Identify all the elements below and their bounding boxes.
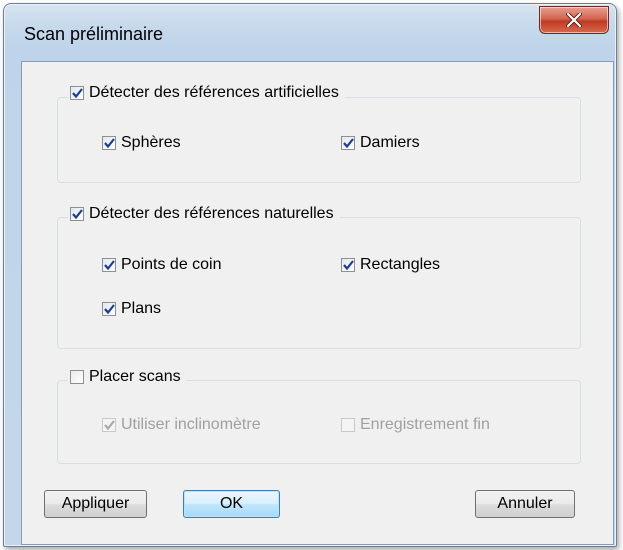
plans-label: Plans (121, 300, 162, 317)
apply-button[interactable]: Appliquer (44, 490, 147, 518)
fine-registration-label: Enregistrement fin (360, 416, 490, 433)
damiers-option[interactable]: Damiers (341, 134, 420, 152)
spheres-option[interactable]: Sphères (102, 134, 181, 152)
artificial-references-label: Détecter des références artificielles (89, 84, 339, 101)
natural-references-checkbox[interactable] (70, 207, 84, 221)
damiers-checkbox[interactable] (341, 136, 355, 150)
natural-references-group (57, 217, 581, 349)
place-scans-label: Placer scans (89, 368, 181, 385)
rectangles-checkbox[interactable] (341, 258, 355, 272)
plans-checkbox[interactable] (102, 302, 116, 316)
rectangles-option[interactable]: Rectangles (341, 256, 440, 274)
cancel-button[interactable]: Annuler (475, 490, 575, 518)
damiers-label: Damiers (360, 134, 420, 151)
fine-registration-checkbox[interactable] (341, 418, 355, 432)
dialog-content: Détecter des références artificielles Sp… (21, 61, 614, 545)
inclinometer-checkbox[interactable] (102, 418, 116, 432)
natural-references-label: Détecter des références naturelles (89, 205, 334, 222)
corner-points-option[interactable]: Points de coin (102, 256, 222, 274)
corner-points-checkbox[interactable] (102, 258, 116, 272)
natural-references-toggle[interactable]: Détecter des références naturelles (68, 205, 340, 223)
place-scans-toggle[interactable]: Placer scans (68, 368, 187, 386)
artificial-references-toggle[interactable]: Détecter des références artificielles (68, 84, 345, 102)
inclinometer-label: Utiliser inclinomètre (121, 416, 261, 433)
place-scans-checkbox[interactable] (70, 370, 84, 384)
ok-button[interactable]: OK (183, 490, 280, 518)
rectangles-label: Rectangles (360, 256, 441, 273)
spheres-checkbox[interactable] (102, 136, 116, 150)
fine-registration-option[interactable]: Enregistrement fin (341, 416, 490, 434)
plans-option[interactable]: Plans (102, 300, 161, 318)
inclinometer-option[interactable]: Utiliser inclinomètre (102, 416, 261, 434)
dialog-window: Scan préliminaire Détecter des référence… (3, 3, 617, 547)
close-icon (540, 7, 608, 33)
window-title: Scan préliminaire (24, 24, 164, 44)
close-button[interactable] (539, 6, 609, 34)
corner-points-label: Points de coin (121, 256, 222, 273)
ok-button-label: OK (219, 495, 244, 512)
artificial-references-checkbox[interactable] (70, 86, 84, 100)
spheres-label: Sphères (121, 134, 181, 151)
